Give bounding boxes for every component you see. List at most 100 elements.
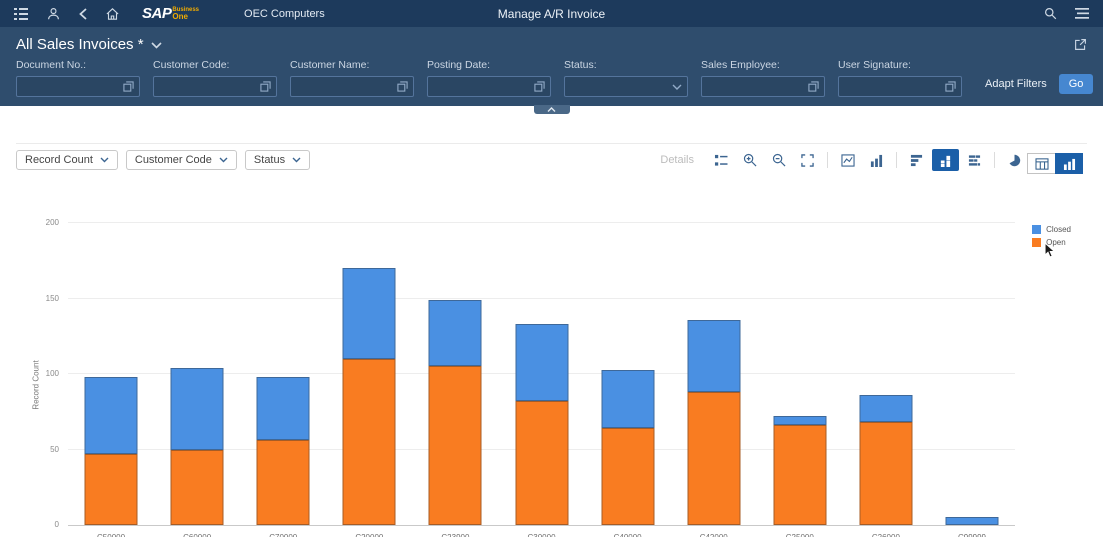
sap-business-one-logo[interactable]: SAP Business One — [142, 4, 199, 22]
filter-input-field[interactable] — [707, 80, 808, 93]
measure-dropdown-label: Record Count — [25, 154, 93, 166]
filter-input-field[interactable] — [433, 80, 534, 93]
value-help-icon[interactable] — [260, 81, 271, 92]
chevron-down-icon[interactable] — [672, 84, 682, 90]
filter-input-field[interactable] — [22, 80, 123, 93]
bar-segment-closed[interactable] — [428, 300, 482, 367]
stacked-column-chart-type-button[interactable] — [932, 149, 959, 171]
measure-dropdown[interactable]: Record Count — [16, 150, 118, 170]
bar-segment-closed[interactable] — [256, 377, 310, 441]
zoom-in-button[interactable] — [736, 149, 763, 171]
bar-slot-c50000: C50000 — [68, 223, 154, 537]
filter-label: Customer Code: — [153, 59, 230, 71]
series-dropdown[interactable]: Status — [244, 150, 311, 170]
value-help-icon[interactable] — [123, 81, 134, 92]
back-icon[interactable] — [79, 7, 87, 20]
bar-segment-open[interactable] — [170, 449, 224, 525]
stacked-bar-c99999[interactable] — [945, 223, 999, 525]
open-in-new-icon[interactable] — [1074, 38, 1087, 51]
pie-chart-icon — [1009, 154, 1021, 166]
stacked-bar-c50000[interactable] — [84, 223, 138, 525]
bar-segment-open[interactable] — [342, 358, 396, 525]
stacked-bar-c30000[interactable] — [515, 223, 569, 525]
go-button[interactable]: Go — [1058, 74, 1094, 94]
chart-legend: Closed Open — [1032, 225, 1071, 251]
filter-field-customer-name: Customer Name: — [290, 59, 414, 97]
bar-segment-open[interactable] — [601, 428, 655, 525]
bar-segment-open[interactable] — [859, 422, 913, 525]
bar-slot-c26000: C26000 — [843, 223, 929, 537]
stacked-bar-c40000[interactable] — [601, 223, 655, 525]
stacked-bar-c25000[interactable] — [773, 223, 827, 525]
filter-select-status[interactable] — [564, 76, 688, 97]
value-help-icon[interactable] — [808, 81, 819, 92]
bar-segment-closed[interactable] — [773, 416, 827, 426]
bar-segment-closed[interactable] — [170, 367, 224, 450]
stacked-bar-c23900[interactable] — [428, 223, 482, 525]
bar-segment-open[interactable] — [428, 366, 482, 525]
filter-input-field[interactable] — [296, 80, 397, 93]
search-icon[interactable] — [1044, 7, 1057, 20]
bar-segment-open[interactable] — [256, 440, 310, 525]
legend-item-closed[interactable]: Closed — [1032, 225, 1071, 234]
filter-input-customer-code[interactable] — [153, 76, 277, 97]
table-icon — [1034, 157, 1049, 170]
company-name: OEC Computers — [244, 7, 325, 20]
stacked-bar-c26000[interactable] — [859, 223, 913, 525]
bar-segment-closed[interactable] — [945, 517, 999, 525]
app-menu-icon[interactable] — [14, 7, 28, 20]
pie-chart-type-button[interactable] — [1001, 149, 1028, 171]
sap-logo-text: SAP — [142, 4, 172, 22]
stacked-bar-c20000[interactable] — [342, 223, 396, 525]
adapt-filters-link[interactable]: Adapt Filters — [985, 78, 1047, 90]
line-chart-type-button[interactable] — [834, 149, 861, 171]
bar-segment-closed[interactable] — [687, 319, 741, 393]
value-help-icon[interactable] — [397, 81, 408, 92]
filter-field-document-no: Document No.: — [16, 59, 140, 97]
dimension-dropdown[interactable]: Customer Code — [125, 150, 237, 170]
collapse-filter-bar-button[interactable] — [533, 105, 570, 114]
bar-segment-closed[interactable] — [342, 268, 396, 359]
bar-segment-closed[interactable] — [515, 324, 569, 402]
legend-item-open[interactable]: Open — [1032, 238, 1071, 247]
show-legend-button[interactable] — [707, 149, 734, 171]
bar-segment-closed[interactable] — [601, 369, 655, 429]
details-button[interactable]: Details — [660, 154, 694, 166]
bar-segment-closed[interactable] — [84, 377, 138, 455]
stacked-bar-chart-type-button[interactable] — [961, 149, 988, 171]
value-help-icon[interactable] — [534, 81, 545, 92]
filter-input-field[interactable] — [570, 80, 672, 93]
filter-input-field[interactable] — [844, 80, 945, 93]
filter-input-user-signature[interactable] — [838, 76, 962, 97]
variant-selector[interactable]: All Sales Invoices * — [16, 36, 162, 53]
bar-segment-open[interactable] — [773, 425, 827, 525]
bar-segment-open[interactable] — [687, 392, 741, 525]
table-view-button[interactable] — [1027, 153, 1055, 174]
legend-label: Closed — [1046, 225, 1071, 234]
value-help-icon[interactable] — [945, 81, 956, 92]
user-icon[interactable] — [47, 7, 60, 20]
bar-segment-closed[interactable] — [859, 395, 913, 423]
overflow-menu-icon[interactable] — [1075, 8, 1089, 19]
filter-input-document-no[interactable] — [16, 76, 140, 97]
stacked-bar-c60000[interactable] — [170, 223, 224, 525]
legend-label: Open — [1046, 238, 1066, 247]
chart-view-button[interactable] — [1055, 153, 1083, 174]
stacked-bar-c70000[interactable] — [256, 223, 310, 525]
fullscreen-button[interactable] — [794, 149, 821, 171]
bar-segment-open[interactable] — [515, 401, 569, 525]
filter-input-sales-employee[interactable] — [701, 76, 825, 97]
filter-field-status: Status: — [564, 59, 688, 97]
filter-input-field[interactable] — [159, 80, 260, 93]
column-chart-type-button[interactable] — [863, 149, 890, 171]
stacked-bar-c42000[interactable] — [687, 223, 741, 525]
filter-input-customer-name[interactable] — [290, 76, 414, 97]
bar-segment-open[interactable] — [84, 454, 138, 525]
zoom-out-button[interactable] — [765, 149, 792, 171]
chart-toolbar: Record Count Customer Code Status Detail… — [16, 143, 1087, 171]
toolbar-separator — [827, 152, 828, 168]
y-tick-label: 200 — [45, 218, 59, 227]
horizontal-bar-chart-type-button[interactable] — [903, 149, 930, 171]
filter-input-posting-date[interactable] — [427, 76, 551, 97]
home-icon[interactable] — [106, 7, 119, 20]
